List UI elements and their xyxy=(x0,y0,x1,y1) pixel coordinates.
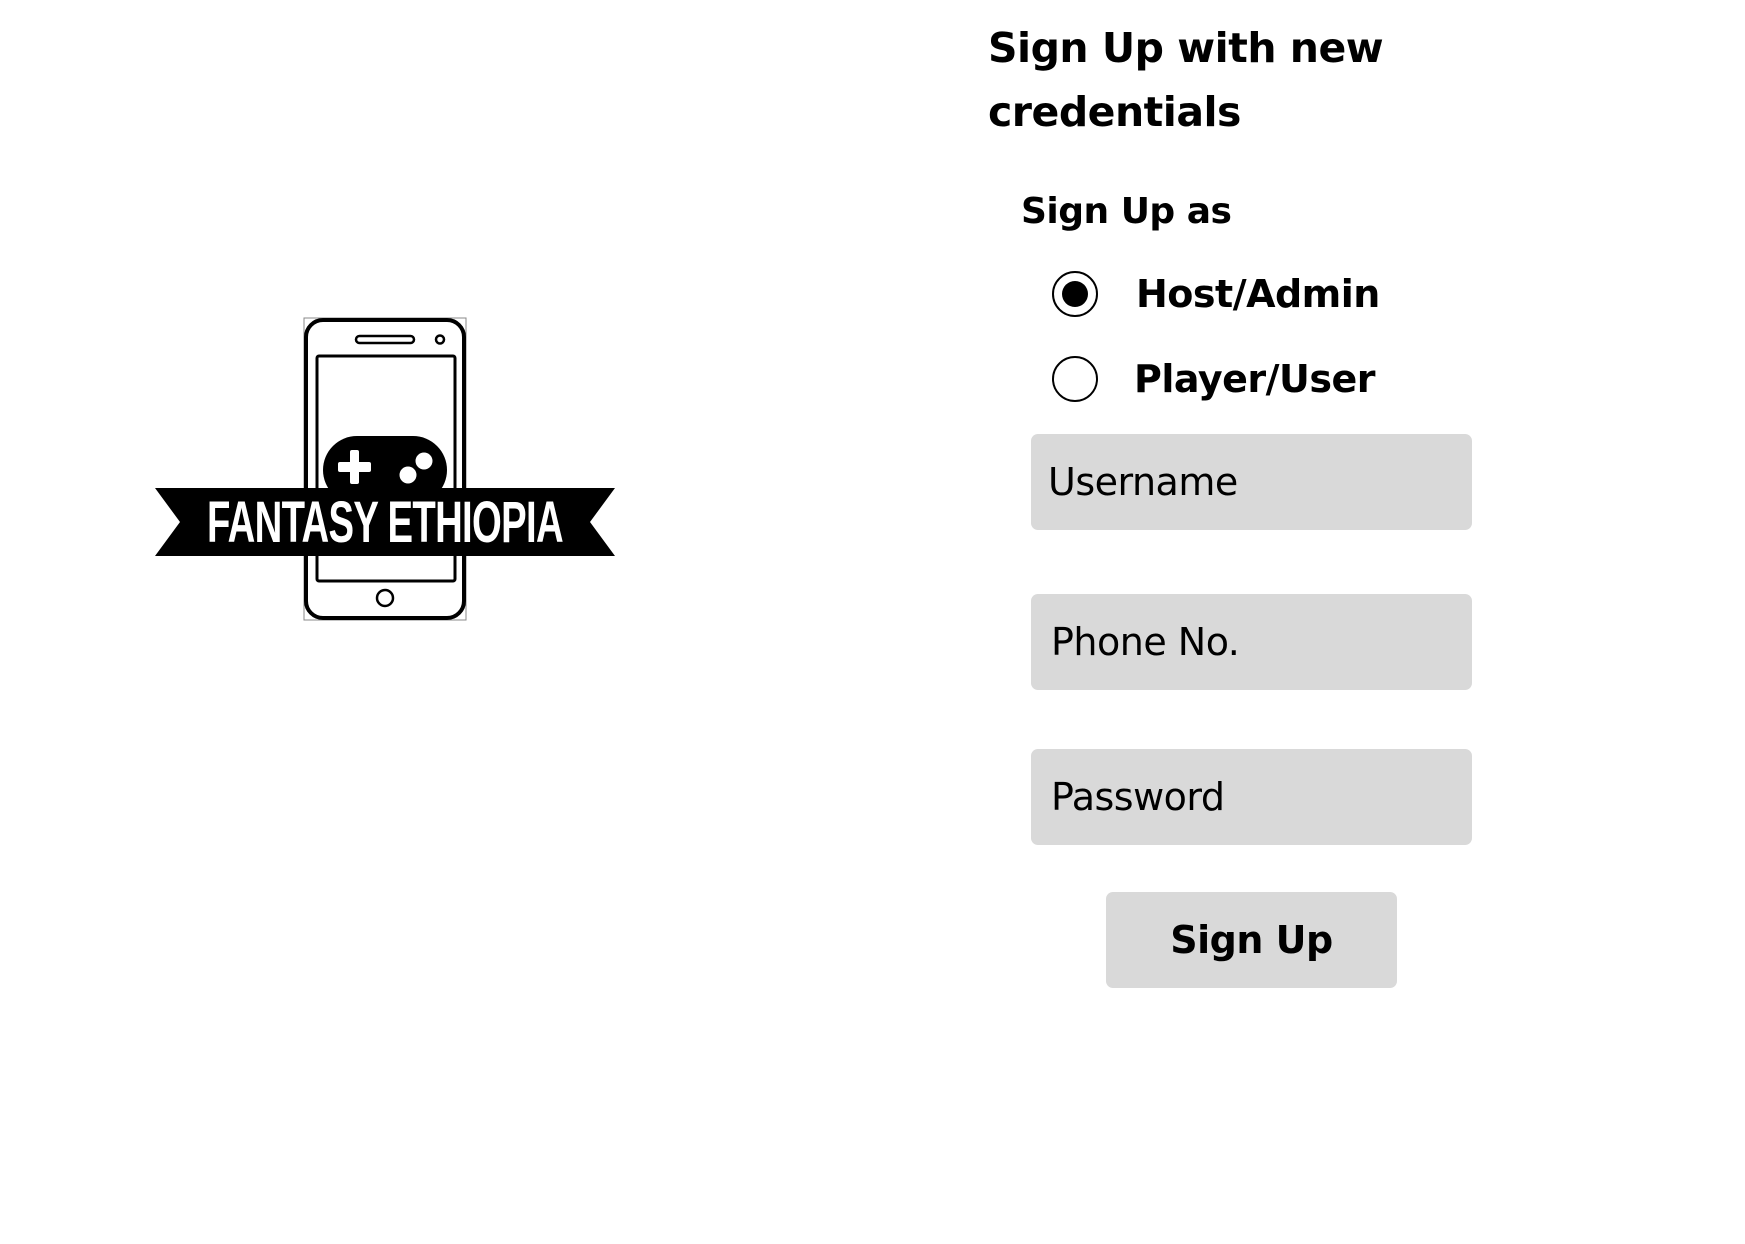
sign-up-button[interactable]: Sign Up xyxy=(1106,892,1397,988)
password-input[interactable] xyxy=(1031,749,1472,845)
username-input[interactable] xyxy=(1031,434,1472,530)
username-field[interactable] xyxy=(1031,434,1472,530)
phone-field[interactable] xyxy=(1031,594,1472,690)
smartphone-gamepad-icon xyxy=(155,317,615,621)
password-field[interactable] xyxy=(1031,749,1472,845)
logo-text: FANTASY ETHIOPIA xyxy=(207,489,564,555)
role-option-player-user[interactable]: Player/User xyxy=(1052,353,1472,405)
radio-button-unselected[interactable] xyxy=(1052,356,1098,402)
signup-as-label: Sign Up as xyxy=(1021,191,1232,232)
page-title: Sign Up with new credentials xyxy=(988,24,1384,136)
radio-button-selected[interactable] xyxy=(1052,271,1098,317)
phone-input[interactable] xyxy=(1031,594,1472,690)
role-label-player-user: Player/User xyxy=(1134,357,1376,401)
fantasy-ethiopia-logo: FANTASY ETHIOPIA xyxy=(150,314,620,624)
role-option-host-admin[interactable]: Host/Admin xyxy=(1052,268,1472,320)
role-label-host-admin: Host/Admin xyxy=(1136,272,1380,316)
